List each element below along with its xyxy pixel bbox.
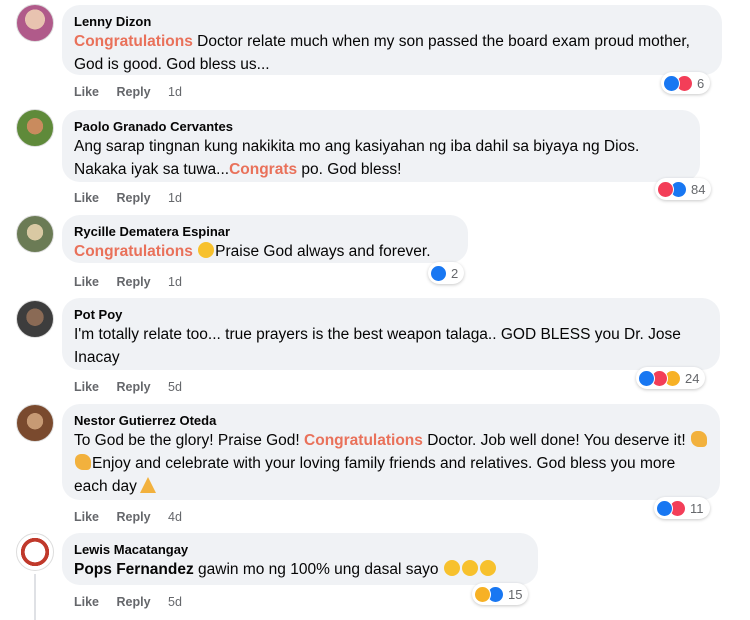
comment-author[interactable]: Nestor Gutierrez Oteda bbox=[74, 412, 708, 429]
reaction-summary[interactable]: 15 bbox=[472, 583, 529, 605]
pray-emoji-icon bbox=[139, 477, 156, 493]
laughing-emoji-icon bbox=[479, 560, 496, 576]
avatar[interactable] bbox=[16, 109, 54, 147]
reaction-count: 6 bbox=[697, 75, 705, 91]
like-link[interactable]: Like bbox=[74, 85, 99, 99]
like-icon bbox=[430, 264, 447, 282]
reply-link[interactable]: Reply bbox=[117, 595, 151, 609]
reply-link[interactable]: Reply bbox=[117, 380, 151, 394]
comment-body-end: po. God bless! bbox=[297, 161, 402, 178]
reaction-count: 15 bbox=[508, 586, 523, 602]
comment-author[interactable]: Pot Poy bbox=[74, 306, 708, 323]
comment-bubble: Rycille Dematera Espinar Congratulations… bbox=[62, 215, 468, 263]
reaction-summary[interactable]: 84 bbox=[655, 178, 712, 200]
comment-body: gawin mo ng 100% ung dasal sayo bbox=[193, 561, 439, 578]
laughing-emoji-icon bbox=[443, 560, 460, 576]
comment-text: To God be the glory! Praise God! Congrat… bbox=[74, 429, 708, 498]
avatar[interactable] bbox=[16, 533, 54, 571]
comment-author[interactable]: Rycille Dematera Espinar bbox=[74, 223, 456, 240]
comment-text: Congratulations Doctor relate much when … bbox=[74, 30, 710, 76]
comment-bubble: Nestor Gutierrez Oteda To God be the glo… bbox=[62, 404, 720, 500]
comment-timestamp[interactable]: 4d bbox=[168, 510, 182, 524]
comment-bubble: Pot Poy I'm totally relate too... true p… bbox=[62, 298, 720, 370]
love-icon bbox=[657, 180, 674, 198]
comment-body-mid: Doctor. Job well done! You deserve it! bbox=[422, 432, 691, 449]
comment-text: Pops Fernandez gawin mo ng 100% ung dasa… bbox=[74, 558, 526, 581]
comment-author[interactable]: Lewis Macatangay bbox=[74, 541, 526, 558]
tagged-user[interactable]: Pops Fernandez bbox=[74, 561, 194, 578]
comment-author[interactable]: Paolo Granado Cervantes bbox=[74, 118, 688, 135]
like-link[interactable]: Like bbox=[74, 275, 99, 289]
comment-actions: Like Reply 5d bbox=[74, 380, 196, 394]
clap-emoji-icon bbox=[691, 431, 708, 447]
comment-bubble: Lenny Dizon Congratulations Doctor relat… bbox=[62, 5, 722, 75]
comment-timestamp[interactable]: 5d bbox=[168, 380, 182, 394]
comment-text: Ang sarap tingnan kung nakikita mo ang k… bbox=[74, 135, 688, 181]
reaction-count: 84 bbox=[691, 181, 706, 197]
highlight-text: Congratulations bbox=[74, 33, 193, 50]
highlight-text: Congrats bbox=[229, 161, 298, 178]
comment-body-end: Enjoy and celebrate with your loving fam… bbox=[74, 455, 676, 495]
avatar[interactable] bbox=[16, 300, 54, 338]
comment-timestamp[interactable]: 5d bbox=[168, 595, 182, 609]
comment-body: Praise God always and forever. bbox=[215, 243, 431, 260]
thread-line bbox=[34, 574, 36, 620]
comment-actions: Like Reply 1d bbox=[74, 191, 196, 205]
reaction-summary[interactable]: 6 bbox=[661, 72, 711, 94]
reaction-count: 11 bbox=[690, 500, 704, 516]
like-icon bbox=[656, 499, 673, 517]
reply-link[interactable]: Reply bbox=[117, 85, 151, 99]
comment-bubble: Paolo Granado Cervantes Ang sarap tingna… bbox=[62, 110, 700, 182]
comment-text: I'm totally relate too... true prayers i… bbox=[74, 326, 681, 366]
like-link[interactable]: Like bbox=[74, 595, 99, 609]
comment-thread: Lenny Dizon Congratulations Doctor relat… bbox=[0, 0, 750, 620]
reaction-summary[interactable]: 11 bbox=[654, 497, 710, 519]
like-icon bbox=[638, 369, 655, 387]
reaction-summary[interactable]: 24 bbox=[636, 367, 706, 389]
comment-text: Congratulations Praise God always and fo… bbox=[74, 240, 456, 263]
reply-link[interactable]: Reply bbox=[117, 191, 151, 205]
reaction-count: 2 bbox=[451, 265, 459, 281]
comment-actions: Like Reply 4d bbox=[74, 510, 196, 524]
reaction-count: 24 bbox=[685, 370, 700, 386]
comment-timestamp[interactable]: 1d bbox=[168, 275, 182, 289]
like-link[interactable]: Like bbox=[74, 510, 99, 524]
comment-author[interactable]: Lenny Dizon bbox=[74, 13, 710, 30]
comment-actions: Like Reply 1d bbox=[74, 275, 196, 289]
reaction-summary[interactable]: 2 bbox=[428, 262, 465, 284]
highlight-text: Congratulations bbox=[304, 432, 423, 449]
reply-link[interactable]: Reply bbox=[117, 275, 151, 289]
comment-actions: Like Reply 1d bbox=[74, 85, 196, 99]
comment-timestamp[interactable]: 1d bbox=[168, 85, 182, 99]
comment-actions: Like Reply 5d bbox=[74, 595, 196, 609]
avatar[interactable] bbox=[16, 215, 54, 253]
like-icon bbox=[663, 74, 680, 92]
laughing-emoji-icon bbox=[461, 560, 478, 576]
avatar[interactable] bbox=[16, 404, 54, 442]
smile-emoji-icon bbox=[198, 242, 215, 258]
avatar[interactable] bbox=[16, 4, 54, 42]
like-link[interactable]: Like bbox=[74, 191, 99, 205]
like-link[interactable]: Like bbox=[74, 380, 99, 394]
comment-body: To God be the glory! Praise God! bbox=[74, 432, 305, 449]
reply-link[interactable]: Reply bbox=[117, 510, 151, 524]
clap-emoji-icon bbox=[75, 454, 91, 470]
comment-bubble: Lewis Macatangay Pops Fernandez gawin mo… bbox=[62, 533, 538, 585]
comment-timestamp[interactable]: 1d bbox=[168, 191, 182, 205]
highlight-text: Congratulations bbox=[74, 243, 193, 260]
haha-icon bbox=[474, 585, 491, 603]
